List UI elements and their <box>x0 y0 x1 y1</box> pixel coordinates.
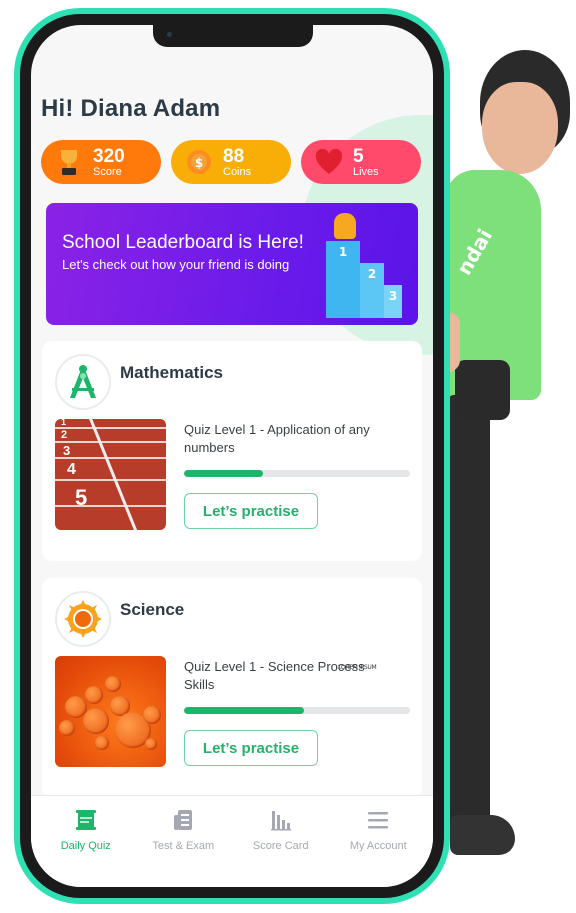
bar-chart-icon <box>269 808 293 832</box>
app-screen: Hi! Diana Adam 320 Score $ 88 Coins 5 Li… <box>31 25 433 887</box>
podium-illustration: 1 2 3 <box>312 213 402 318</box>
girl-face <box>482 82 558 174</box>
podium-step-3: 3 <box>384 285 402 318</box>
trophy-icon <box>334 213 356 239</box>
compass-icon <box>55 354 111 410</box>
nav-test-exam[interactable]: Test & Exam <box>135 796 233 887</box>
girl-shoe <box>450 815 515 855</box>
nav-label: Test & Exam <box>152 840 215 852</box>
lane-number: 3 <box>63 443 71 458</box>
lives-label: Lives <box>353 165 379 178</box>
exam-paper-icon <box>171 808 195 832</box>
lane-number: 2 <box>61 429 68 441</box>
podium-step-2: 2 <box>360 263 384 318</box>
trophy-icon <box>55 148 83 176</box>
nav-daily-quiz[interactable]: Daily Quiz <box>37 796 135 887</box>
practise-button[interactable]: Let’s practise <box>184 730 318 766</box>
heart-icon <box>315 148 343 176</box>
score-label: Score <box>93 165 122 178</box>
nav-my-account[interactable]: My Account <box>330 796 428 887</box>
coins-pill[interactable]: $ 88 Coins <box>171 140 291 184</box>
quiz-progress-bar <box>184 707 410 714</box>
subject-name: Mathematics <box>120 363 223 382</box>
lane-number: 1 <box>61 419 67 427</box>
lane-number: 5 <box>75 485 88 510</box>
nav-score-card[interactable]: Score Card <box>232 796 330 887</box>
progress-fill <box>184 470 264 477</box>
bottom-nav: Daily Quiz Test & Exam Score Card My Acc… <box>31 795 433 887</box>
svg-text:$: $ <box>195 156 203 170</box>
score-pill[interactable]: 320 Score <box>41 140 161 184</box>
practise-button[interactable]: Let’s practise <box>184 493 318 529</box>
lane-number: 4 <box>67 461 76 478</box>
podium-step-1: 1 <box>326 241 360 318</box>
coin-icon: $ <box>185 148 213 176</box>
subject-card-mathematics: Mathematics 1 2 3 4 5 Quiz Level 1 - App… <box>42 341 422 561</box>
menu-icon <box>366 808 390 832</box>
nav-label: My Account <box>349 840 407 852</box>
stats-row: 320 Score $ 88 Coins 5 Lives <box>41 140 421 184</box>
camera-icon <box>167 32 172 37</box>
phone-notch <box>153 25 313 47</box>
lives-pill[interactable]: 5 Lives <box>301 140 421 184</box>
quiz-title: Quiz Level 1 - Application of any number… <box>184 422 370 455</box>
lorem-tag: LOREM IPSUM <box>338 664 377 671</box>
subject-name: Science <box>120 600 185 619</box>
leaderboard-banner[interactable]: School Leaderboard is Here! Let's check … <box>46 203 418 325</box>
girl-arm <box>455 360 510 420</box>
quiz-board-icon <box>74 808 98 832</box>
subject-card-science: Science Quiz Level 1 - Science Process S… <box>42 578 422 798</box>
lives-value: 5 <box>353 145 364 167</box>
progress-fill <box>184 707 304 714</box>
banner-title: School Leaderboard is Here! <box>62 232 304 253</box>
greeting-title: Hi! Diana Adam <box>41 95 221 122</box>
coins-label: Coins <box>223 165 252 178</box>
phone-bezel: Hi! Diana Adam 320 Score $ 88 Coins 5 Li… <box>20 14 444 898</box>
nav-label: Score Card <box>252 840 309 852</box>
quiz-progress-bar <box>184 470 410 477</box>
bubbles-thumbnail <box>55 656 166 767</box>
girl-legs <box>448 395 490 835</box>
nav-label: Daily Quiz <box>60 840 111 852</box>
score-value: 320 <box>93 145 125 167</box>
phone-frame: Hi! Diana Adam 320 Score $ 88 Coins 5 Li… <box>14 8 450 904</box>
running-track-thumbnail: 1 2 3 4 5 <box>55 419 166 530</box>
coins-value: 88 <box>223 145 245 167</box>
sun-icon <box>55 591 111 647</box>
